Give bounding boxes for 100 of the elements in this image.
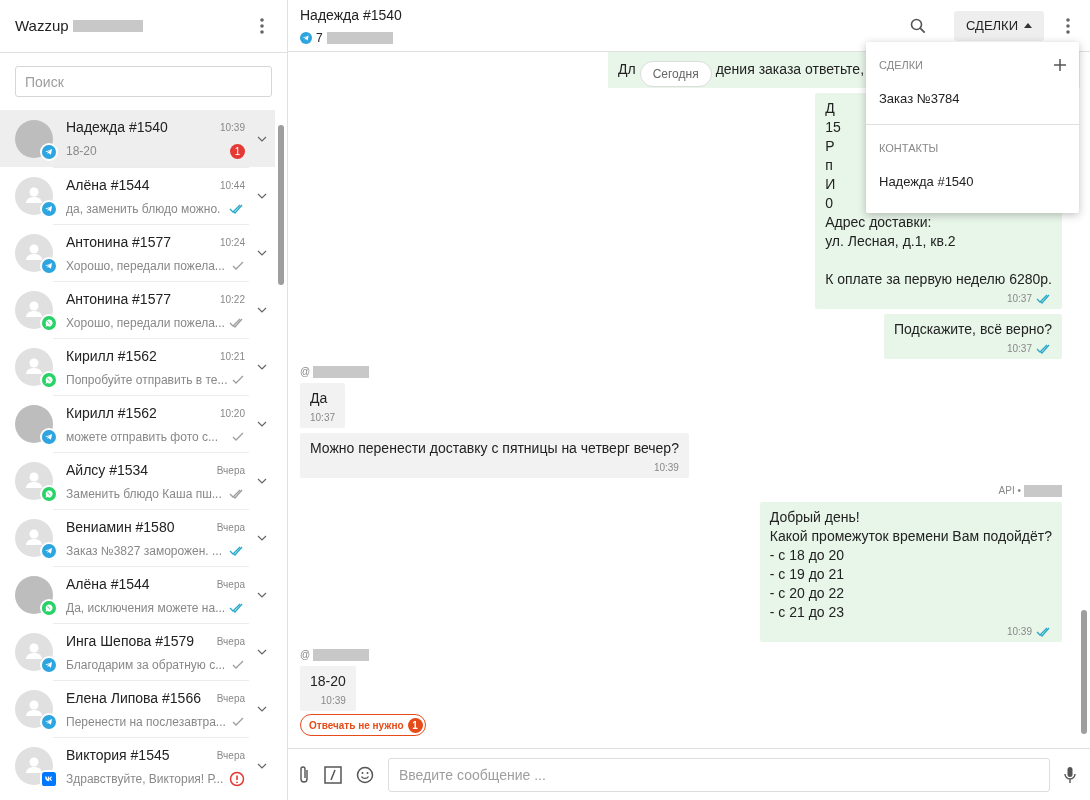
message-text: Д — [825, 99, 835, 118]
message-text: Подскажите, всё верно? — [893, 320, 1052, 339]
chevron-down-icon[interactable] — [257, 762, 267, 769]
whatsapp-icon — [42, 372, 56, 387]
contact-name: Вениамин #1580 — [66, 517, 175, 537]
scrollbar-thumb[interactable] — [278, 125, 284, 285]
whatsapp-icon — [42, 486, 56, 501]
double-check-icon — [229, 488, 245, 499]
contact-name: Алёна #1544 — [66, 175, 150, 195]
message-text: п — [825, 156, 833, 175]
add-icon[interactable] — [1054, 59, 1066, 71]
telegram-icon — [300, 31, 312, 44]
chevron-down-icon[interactable] — [257, 363, 267, 370]
chevron-down-icon[interactable] — [257, 420, 267, 427]
telegram-icon — [42, 144, 56, 159]
message-time: 10:39 — [1006, 625, 1032, 639]
chat-time: 10:44 — [219, 178, 245, 193]
slash-command-icon[interactable] — [324, 765, 342, 784]
contact-name: Алёна #1544 — [66, 574, 150, 594]
chevron-down-icon[interactable] — [257, 135, 267, 142]
chat-list-item[interactable]: Надежда #1540 10:39 18-20 1 — [0, 110, 275, 167]
chat-list-item[interactable]: Айлсу #1534 Вчера Заменить блюдо Каша пш... — [0, 452, 275, 509]
message-preview: можете отправить фото с... — [66, 428, 219, 446]
check-icon — [231, 716, 245, 727]
message-preview: Да, исключения можете на... — [66, 599, 226, 617]
chat-list-item[interactable]: Антонина #1577 10:24 Хорошо, передали пожела... — [0, 224, 275, 281]
message-text: Адрес доставки: — [825, 213, 932, 232]
message-time: 10:39 — [653, 461, 679, 475]
check-icon — [231, 374, 245, 385]
emoji-icon[interactable] — [356, 765, 374, 784]
message-text: 18-20 — [310, 672, 346, 691]
chevron-down-icon[interactable] — [257, 591, 267, 598]
message-author: API • — [998, 484, 1021, 498]
chat-time: 10:21 — [219, 349, 245, 364]
chevron-down-icon[interactable] — [257, 306, 267, 313]
message-input[interactable]: Введите сообщение ... — [388, 757, 1050, 792]
menu-item[interactable]: Надежда #1540 — [866, 165, 1079, 199]
chat-list-item[interactable]: Инга Шепова #1579 Вчера Благодарим за обратную с... — [0, 623, 275, 680]
chat-list-item[interactable]: Кирилл #1562 10:20 можете отправить фото с... — [0, 395, 275, 452]
chevron-down-icon[interactable] — [257, 534, 267, 541]
chat-list-item[interactable]: Виктория #1545 Вчера Здравствуйте, Виктория! Р... — [0, 737, 275, 794]
message-text: Можно перенести доставку с пятницы на четверг вечер? — [310, 439, 679, 458]
error-icon — [229, 770, 245, 787]
chat-list-item[interactable]: Алёна #1544 10:44 да, заменить блюдо можно. — [0, 167, 275, 224]
contact-name: Кирилл #1562 — [66, 403, 157, 423]
message-text: Р — [825, 137, 835, 156]
message-text: - с 20 до 22 — [769, 584, 845, 603]
paperclip-icon[interactable] — [298, 764, 310, 785]
redacted-block — [72, 20, 143, 32]
chat-list-item[interactable]: Алёна #1544 Вчера Да, исключения можете на... — [0, 566, 275, 623]
contact-name: Антонина #1577 — [66, 232, 171, 252]
unread-count: 1 — [230, 143, 245, 159]
message-preview: Хорошо, передали пожела... — [66, 314, 225, 332]
search-icon[interactable] — [909, 17, 926, 34]
microphone-icon[interactable] — [1064, 765, 1076, 784]
app-title: Wazzup — [15, 15, 69, 36]
chevron-down-icon[interactable] — [257, 705, 267, 712]
chevron-down-icon[interactable] — [257, 249, 267, 256]
message-text: - с 21 до 23 — [769, 603, 845, 622]
chat-list-item[interactable]: Елена Липова #1566 Вчера Перенести на послезавтра... — [0, 680, 275, 737]
message-author: @ — [300, 648, 311, 662]
message-text: Какой промежуток времени Вам подойдёт? — [769, 527, 1052, 546]
search-field[interactable]: Поиск — [15, 66, 272, 97]
double-check-icon — [229, 602, 245, 613]
redacted-block — [313, 648, 370, 661]
double-check-icon — [229, 203, 245, 214]
scrollbar-thumb[interactable] — [1081, 610, 1087, 734]
deals-button[interactable]: СДЕЛКИ — [953, 10, 1044, 41]
chevron-down-icon[interactable] — [257, 477, 267, 484]
chat-list-item[interactable]: Вениамин #1580 Вчера Заказ №3827 заморожен. ... — [0, 509, 275, 566]
message-text: - с 18 до 20 — [769, 546, 845, 565]
menu-item[interactable]: Заказ №3784 — [866, 82, 1079, 116]
telegram-icon — [42, 429, 56, 444]
chevron-down-icon[interactable] — [257, 192, 267, 199]
section-title: КОНТАКТЫ — [879, 140, 939, 156]
telegram-icon — [42, 714, 56, 729]
chat-list-item[interactable]: Кирилл #1562 10:21 Попробуйте отправить в те... — [0, 338, 275, 395]
chat-time: 10:24 — [219, 235, 245, 250]
phone-number: 7 — [316, 29, 323, 47]
chat-time: 10:39 — [219, 121, 245, 135]
message-text: К оплате за первую неделю 6280р. — [825, 270, 1052, 289]
double-check-icon — [229, 545, 245, 556]
message-preview: 18-20 — [66, 143, 97, 160]
chat-list-item[interactable]: Антонина #1577 10:22 Хорошо, передали пожела... — [0, 281, 275, 338]
contact-name: Надежда #1540 — [66, 118, 168, 137]
check-icon — [231, 659, 245, 670]
contact-name: Виктория #1545 — [66, 745, 170, 765]
message-text: 0 — [825, 194, 833, 213]
message-preview: Здравствуйте, Виктория! Р... — [66, 770, 224, 788]
date-chip: Сегодня — [639, 60, 712, 87]
telegram-icon — [42, 201, 56, 216]
message-text: Добрый день! — [769, 508, 860, 527]
contact-name: Кирилл #1562 — [66, 346, 157, 366]
message-preview: Благодарим за обратную с... — [66, 656, 226, 674]
message-preview: да, заменить блюдо можно. — [66, 200, 221, 218]
chip-count: 1 — [407, 717, 423, 733]
redacted-block — [326, 31, 393, 44]
double-check-icon — [1036, 343, 1052, 354]
message-preview: Заменить блюдо Каша пш... — [66, 485, 222, 503]
chevron-down-icon[interactable] — [257, 648, 267, 655]
